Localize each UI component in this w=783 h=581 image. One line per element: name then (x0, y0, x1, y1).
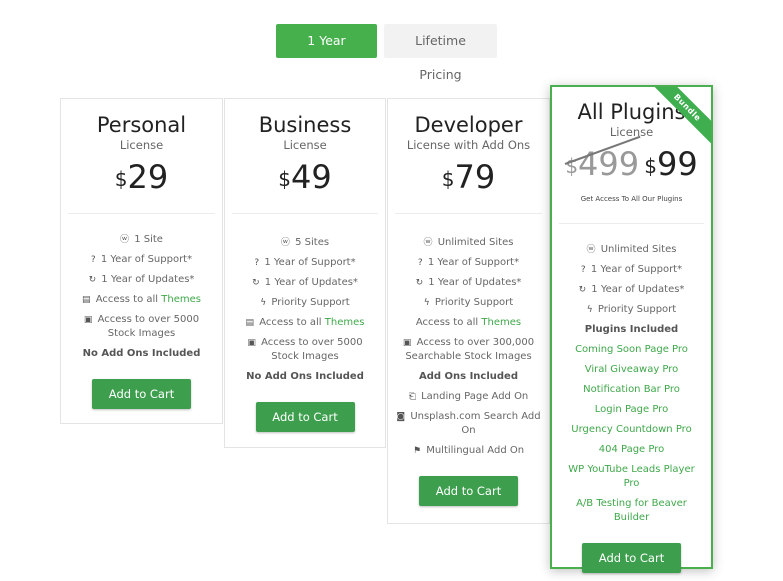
plan-price: $49 (225, 158, 385, 204)
pricing-toggle: 1 Year Pricing Lifetime Pricing (276, 24, 497, 82)
feature-item: ▣ Access to over 5000 Stock Images (83, 314, 200, 339)
plan-price: $499 $99 (552, 135, 711, 189)
feature-item: ⚑ Multilingual Add On (412, 445, 525, 456)
plan-title: Business (258, 113, 352, 137)
wordpress-icon: ⓦ (423, 238, 433, 248)
feature-item: ▣ Access to over 5000 Stock Images (247, 337, 363, 362)
question-icon: ? (90, 255, 96, 265)
plugin-item[interactable]: 404 Page Pro (552, 440, 711, 460)
plugin-item[interactable]: Notification Bar Pro (552, 380, 711, 400)
feature-item: ◙ Unsplash.com Search Add On (396, 411, 541, 436)
refresh-icon: ↻ (252, 278, 260, 288)
plugin-item[interactable]: Coming Soon Page Pro (552, 340, 711, 360)
price-amount: 79 (454, 158, 496, 196)
bolt-icon: ϟ (586, 305, 593, 315)
feature-list: ⓦ Unlimited Sites ? 1 Year of Support* ↻… (552, 224, 711, 528)
wordpress-icon: ⓦ (586, 245, 596, 255)
plan-card-all-plugins: Bundle All Plugins License $499 $99 Get … (550, 85, 713, 573)
question-icon: ? (254, 258, 260, 268)
feature-item: Access to all Themes (415, 317, 522, 328)
feature-item: ↻ 1 Year of Updates* (252, 277, 358, 288)
themes-link[interactable]: Themes (481, 317, 521, 328)
feature-item: ? 1 Year of Support* (254, 257, 356, 268)
plugin-item[interactable]: Login Page Pro (552, 400, 711, 420)
themes-link[interactable]: Themes (325, 317, 365, 328)
landing-page-icon: ⎗ (408, 392, 416, 402)
currency-symbol: $ (441, 167, 455, 191)
plan-card-personal: Personal License $29 ⓦ 1 Site ? 1 Year o… (60, 98, 223, 424)
refresh-icon: ↻ (415, 278, 424, 288)
feature-item: ↻ 1 Year of Updates* (415, 277, 522, 288)
add-to-cart-button[interactable]: Add to Cart (419, 476, 518, 506)
image-icon: ▣ (247, 338, 256, 348)
refresh-icon: ↻ (578, 285, 587, 295)
plan-price: $79 (388, 158, 549, 204)
image-icon: ▣ (83, 315, 93, 325)
plan-price: $29 (61, 158, 222, 204)
feature-item: ? 1 Year of Support* (417, 257, 520, 268)
add-to-cart-button[interactable]: Add to Cart (255, 402, 355, 432)
feature-item: ϟ Priority Support (260, 297, 350, 308)
feature-item: ϟ Priority Support (586, 304, 677, 315)
currency-symbol: $ (114, 167, 128, 191)
plan-subtitle: License (283, 138, 327, 152)
feature-list: ⓦ 1 Site ? 1 Year of Support* ↻ 1 Year o… (61, 214, 222, 364)
feature-item: ⓦ Unlimited Sites (423, 237, 514, 248)
plugin-item[interactable]: WP YouTube Leads Player Pro (552, 460, 711, 494)
plugin-item[interactable]: Urgency Countdown Pro (552, 420, 711, 440)
add-to-cart-button[interactable]: Add to Cart (582, 543, 681, 573)
feature-item: ↻ 1 Year of Updates* (88, 274, 195, 285)
plan-title: Personal (96, 113, 187, 137)
bolt-icon: ϟ (260, 298, 267, 308)
wordpress-icon: ⓦ (120, 235, 130, 245)
bundle-ribbon: Bundle (651, 87, 711, 147)
camera-icon: ◙ (396, 412, 406, 422)
refresh-icon: ↻ (88, 275, 97, 285)
plan-card-business: Business License $49 ⓦ 5 Sites ? 1 Year … (224, 98, 386, 448)
feature-item: ▤ Access to all Themes (82, 294, 201, 305)
feature-item: ⓦ 1 Site (120, 234, 163, 245)
question-icon: ? (417, 258, 423, 268)
feature-item-addons: No Add Ons Included (246, 371, 364, 382)
currency-symbol: $ (644, 154, 657, 178)
lifetime-pricing-button[interactable]: Lifetime Pricing (384, 24, 497, 82)
image-icon: ▣ (402, 338, 412, 348)
feature-list: ⓦ 5 Sites ? 1 Year of Support* ↻ 1 Year … (225, 214, 385, 387)
plan-subtitle: License with Add Ons (406, 138, 531, 152)
theme-icon: ▤ (82, 295, 91, 305)
price-amount: 29 (127, 158, 169, 196)
feature-item: ▤ Access to all Themes (245, 317, 365, 328)
language-icon: ⚑ (412, 446, 422, 456)
feature-item-plugins-included: Plugins Included (584, 324, 679, 335)
feature-item: ⎗ Landing Page Add On (408, 391, 529, 402)
ribbon-label: Bundle (651, 87, 711, 147)
feature-item: ⓦ 5 Sites (280, 237, 330, 248)
plan-tagline: Get Access To All Our Plugins (580, 195, 683, 203)
bolt-icon: ϟ (423, 298, 430, 308)
feature-item: ? 1 Year of Support* (90, 254, 193, 265)
old-price: $499 (564, 135, 641, 183)
feature-item: ? 1 Year of Support* (580, 264, 683, 275)
feature-item: ▣ Access to over 300,000 Searchable Stoc… (402, 337, 535, 362)
wordpress-icon: ⓦ (280, 238, 290, 248)
feature-item-addons: No Add Ons Included (82, 348, 201, 359)
feature-item: ↻ 1 Year of Updates* (578, 284, 685, 295)
plugin-item[interactable]: Viral Giveaway Pro (552, 360, 711, 380)
plan-title: Developer (414, 113, 523, 137)
plugin-item[interactable]: A/B Testing for Beaver Builder (552, 494, 711, 528)
currency-symbol: $ (278, 167, 291, 191)
one-year-pricing-button[interactable]: 1 Year Pricing (276, 24, 377, 82)
feature-item-addons: Add Ons Included (418, 371, 518, 382)
feature-item: ⓦ Unlimited Sites (586, 244, 677, 255)
price-amount: 49 (291, 158, 332, 196)
plan-subtitle: License (119, 138, 164, 152)
feature-list: ⓦ Unlimited Sites ? 1 Year of Support* ↻… (388, 214, 549, 461)
themes-link[interactable]: Themes (161, 294, 201, 305)
price-amount: 99 (656, 145, 698, 183)
add-to-cart-button[interactable]: Add to Cart (92, 379, 191, 409)
theme-icon: ▤ (245, 318, 255, 328)
plan-card-developer: Developer License with Add Ons $79 ⓦ Unl… (387, 98, 550, 524)
feature-item: ϟ Priority Support (423, 297, 514, 308)
question-icon: ? (580, 265, 586, 275)
